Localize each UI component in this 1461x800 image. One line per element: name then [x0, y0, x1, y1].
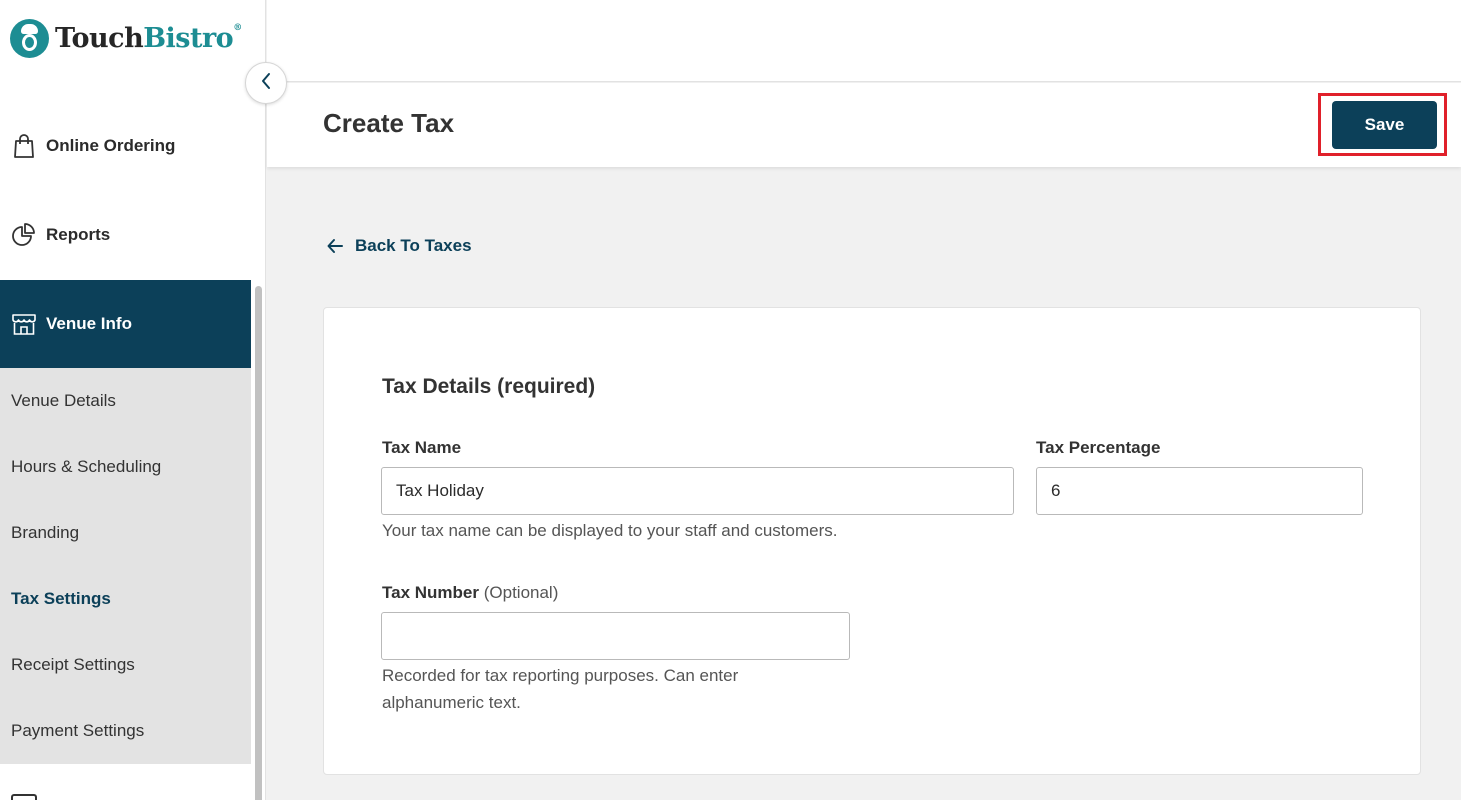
tax-number-label-text: Tax Number	[382, 583, 479, 602]
shopping-bag-icon	[11, 133, 37, 159]
page-title: Create Tax	[323, 108, 455, 138]
sidebar: TouchBistro® Online Ordering Reports Ven…	[0, 0, 266, 800]
save-button[interactable]: Save	[1332, 101, 1437, 149]
nav-reports[interactable]: Reports	[0, 190, 251, 280]
tax-percentage-label: Tax Percentage	[1036, 438, 1161, 457]
tax-number-input[interactable]	[381, 612, 850, 660]
pie-chart-icon	[11, 222, 37, 248]
tax-number-help-line1: Recorded for tax reporting purposes. Can…	[382, 666, 739, 685]
registered-mark: ®	[233, 23, 242, 33]
tax-details-card: Tax Details (required) Tax Name Your tax…	[323, 307, 1421, 775]
arrow-left-icon	[326, 237, 344, 255]
section-title: Tax Details (required)	[382, 375, 596, 398]
touchbistro-logo[interactable]: TouchBistro®	[10, 19, 242, 58]
nav-next-item-icon[interactable]	[11, 794, 37, 800]
subnav-payment-settings[interactable]: Payment Settings	[0, 698, 251, 764]
tax-number-help-line2: alphanumeric text.	[382, 693, 521, 712]
subnav-tax-settings[interactable]: Tax Settings	[0, 566, 251, 632]
back-to-taxes-link[interactable]: Back To Taxes	[326, 236, 472, 256]
venue-info-subnav: Venue Details Hours & Scheduling Brandin…	[0, 368, 251, 764]
nav-online-ordering-label: Online Ordering	[46, 136, 176, 155]
sidebar-scrollbar[interactable]	[255, 286, 262, 800]
storefront-icon	[11, 311, 37, 337]
tax-name-label: Tax Name	[382, 438, 462, 457]
top-bar	[267, 0, 1461, 82]
logo-text-touch: Touch	[55, 23, 144, 54]
chef-logo-icon	[10, 19, 49, 58]
tax-name-input[interactable]	[381, 467, 1014, 515]
subnav-receipt-settings[interactable]: Receipt Settings	[0, 632, 251, 698]
tax-number-help-text: Recorded for tax reporting purposes. Can…	[382, 662, 738, 716]
tax-number-label: Tax Number (Optional)	[382, 583, 558, 603]
tax-percentage-input[interactable]	[1036, 467, 1363, 515]
tax-name-help-text: Your tax name can be displayed to your s…	[382, 521, 838, 540]
nav-reports-label: Reports	[46, 225, 111, 244]
subnav-branding[interactable]: Branding	[0, 500, 251, 566]
subnav-hours-scheduling[interactable]: Hours & Scheduling	[0, 434, 251, 500]
logo-wordmark: TouchBistro®	[55, 23, 242, 54]
logo-text-bistro: Bistro	[143, 23, 234, 54]
chevron-left-icon	[260, 72, 272, 95]
nav-venue-info[interactable]: Venue Info	[0, 280, 251, 368]
page-header: Create Tax Save	[267, 83, 1461, 167]
subnav-venue-details[interactable]: Venue Details	[0, 368, 251, 434]
back-to-taxes-label: Back To Taxes	[355, 236, 472, 255]
optional-tag: (Optional)	[483, 583, 559, 602]
collapse-sidebar-button[interactable]	[245, 62, 287, 104]
nav-online-ordering[interactable]: Online Ordering	[0, 102, 251, 190]
nav-venue-info-label: Venue Info	[46, 314, 132, 333]
